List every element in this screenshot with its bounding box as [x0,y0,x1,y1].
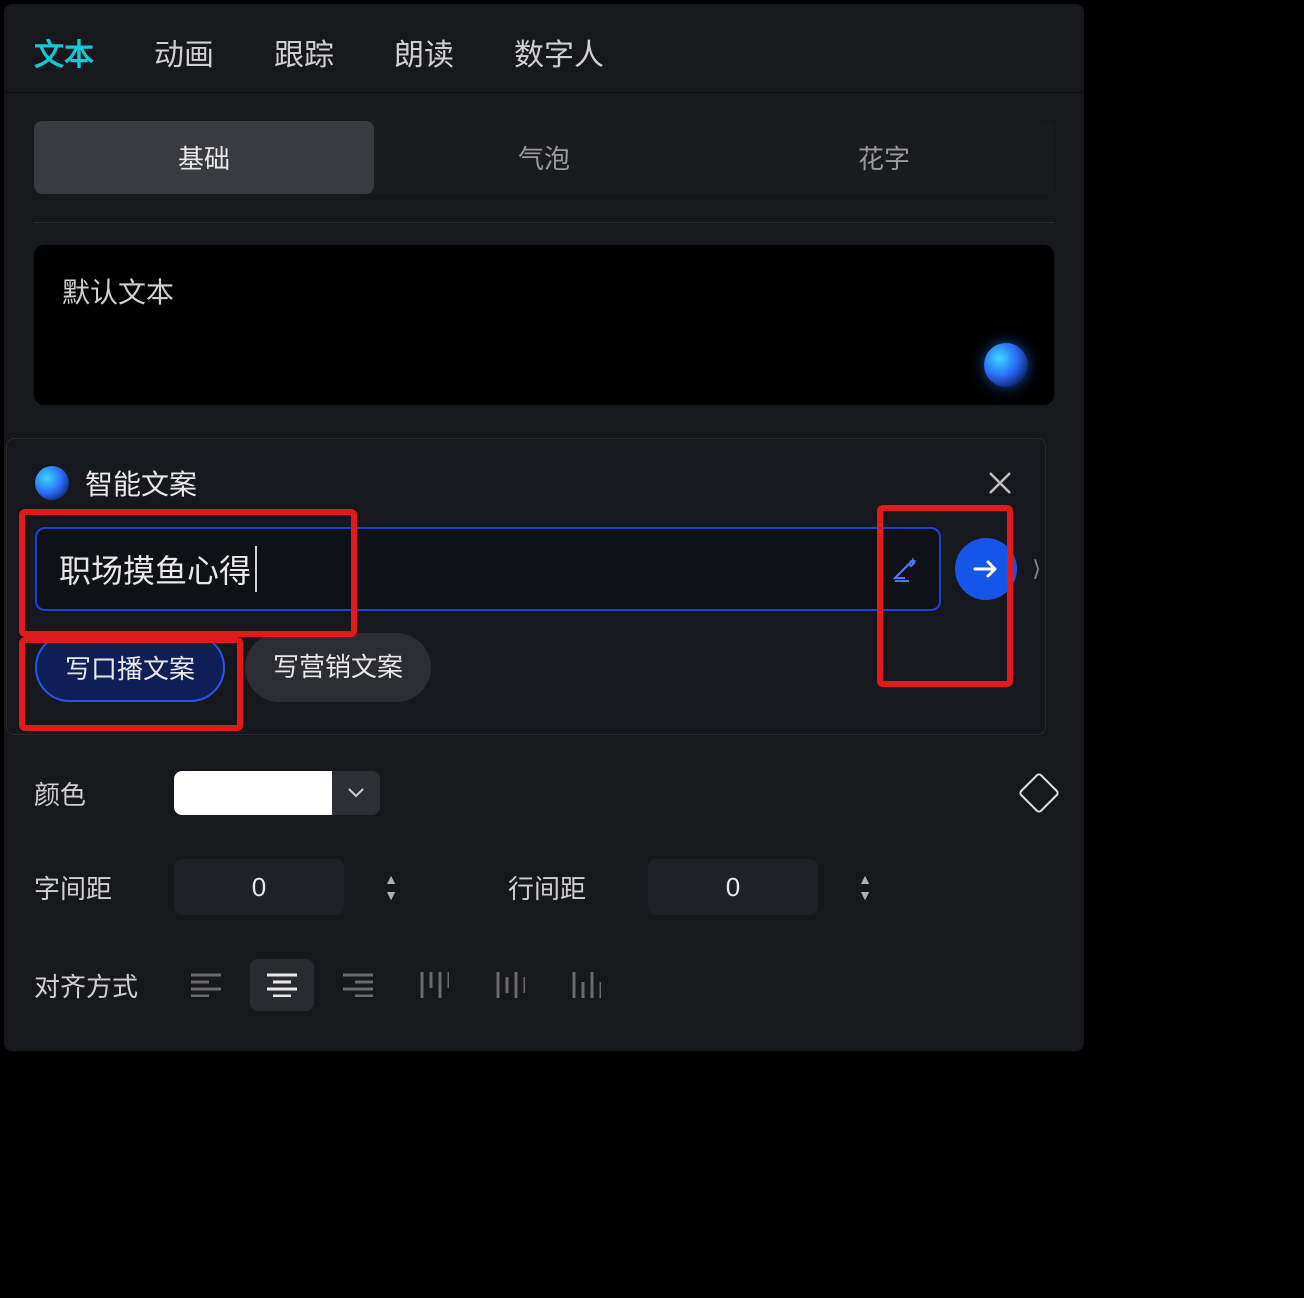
copy-type-chips: 写口播文案 写营销文案 [35,633,1017,702]
color-dropdown[interactable] [332,771,380,815]
close-button[interactable] [983,466,1017,500]
align-right-icon [343,973,373,997]
stepper-down-icon[interactable]: ▼ [374,890,408,900]
line-spacing-stepper[interactable]: ▲ ▼ [848,859,882,915]
smart-copy-input[interactable]: 职场摸鱼心得 [35,527,941,611]
align-vert-mid-button[interactable] [478,959,542,1011]
smart-copy-input-value: 职场摸鱼心得 [59,546,257,592]
line-spacing-input[interactable]: 0 [648,859,818,915]
align-center-icon [267,973,297,997]
chevron-down-icon [348,788,364,798]
align-vert-top-button[interactable] [402,959,466,1011]
tab-read[interactable]: 朗读 [394,30,454,74]
align-vert-top-icon [419,972,449,998]
popup-title: 智能文案 [85,463,197,503]
stepper-up-icon[interactable]: ▲ [374,874,408,884]
ai-orb-icon [35,466,69,500]
tab-digital-human[interactable]: 数字人 [514,30,604,74]
chip-marketing-copy[interactable]: 写营销文案 [245,633,431,702]
align-label: 对齐方式 [34,967,144,1004]
color-swatch[interactable] [174,771,332,815]
arrow-right-icon [973,559,999,579]
tab-text[interactable]: 文本 [34,30,94,74]
sub-tab-bar: 基础 气泡 花字 [34,121,1054,194]
color-label: 颜色 [34,775,144,812]
align-vert-bot-icon [571,972,601,998]
smart-copy-popup: 智能文案 职场摸鱼心得 ⟩ 写口播文案 写营销文案 [6,438,1046,735]
divider [34,222,1054,223]
chip-broadcast-copy[interactable]: 写口播文案 [35,633,225,702]
stepper-down-icon[interactable]: ▼ [848,890,882,900]
letter-spacing-label: 字间距 [34,869,144,906]
align-right-button[interactable] [326,959,390,1011]
letter-spacing-stepper[interactable]: ▲ ▼ [374,859,408,915]
align-button-group [174,959,618,1011]
top-tab-bar: 文本 动画 跟踪 朗读 数字人 [4,4,1084,93]
keyframe-diamond-icon[interactable] [1018,772,1060,814]
align-vert-mid-icon [495,972,525,998]
text-content-box[interactable]: 默认文本 [34,245,1054,405]
ai-orb-icon[interactable] [984,343,1028,387]
color-row: 颜色 [34,771,1054,815]
align-left-icon [191,973,221,997]
letter-spacing-value: 0 [252,872,266,903]
align-left-button[interactable] [174,959,238,1011]
sub-tab-fancy[interactable]: 花字 [714,121,1054,194]
sub-tab-basic[interactable]: 基础 [34,121,374,194]
magic-wand-icon[interactable] [889,554,921,584]
align-vert-bot-button[interactable] [554,959,618,1011]
close-icon [987,470,1013,496]
text-content-value: 默认文本 [62,271,1026,311]
spacing-row: 字间距 0 ▲ ▼ 行间距 0 ▲ ▼ [34,859,1054,915]
tab-animation[interactable]: 动画 [154,30,214,74]
align-center-button[interactable] [250,959,314,1011]
tab-track[interactable]: 跟踪 [274,30,334,74]
line-spacing-value: 0 [726,872,740,903]
submit-button[interactable] [955,538,1017,600]
line-spacing-label: 行间距 [508,869,618,906]
resize-handle-icon[interactable]: ⟩ [1032,556,1041,582]
align-row: 对齐方式 [34,959,1054,1011]
stepper-up-icon[interactable]: ▲ [848,874,882,884]
letter-spacing-input[interactable]: 0 [174,859,344,915]
sub-tab-bubble[interactable]: 气泡 [374,121,714,194]
